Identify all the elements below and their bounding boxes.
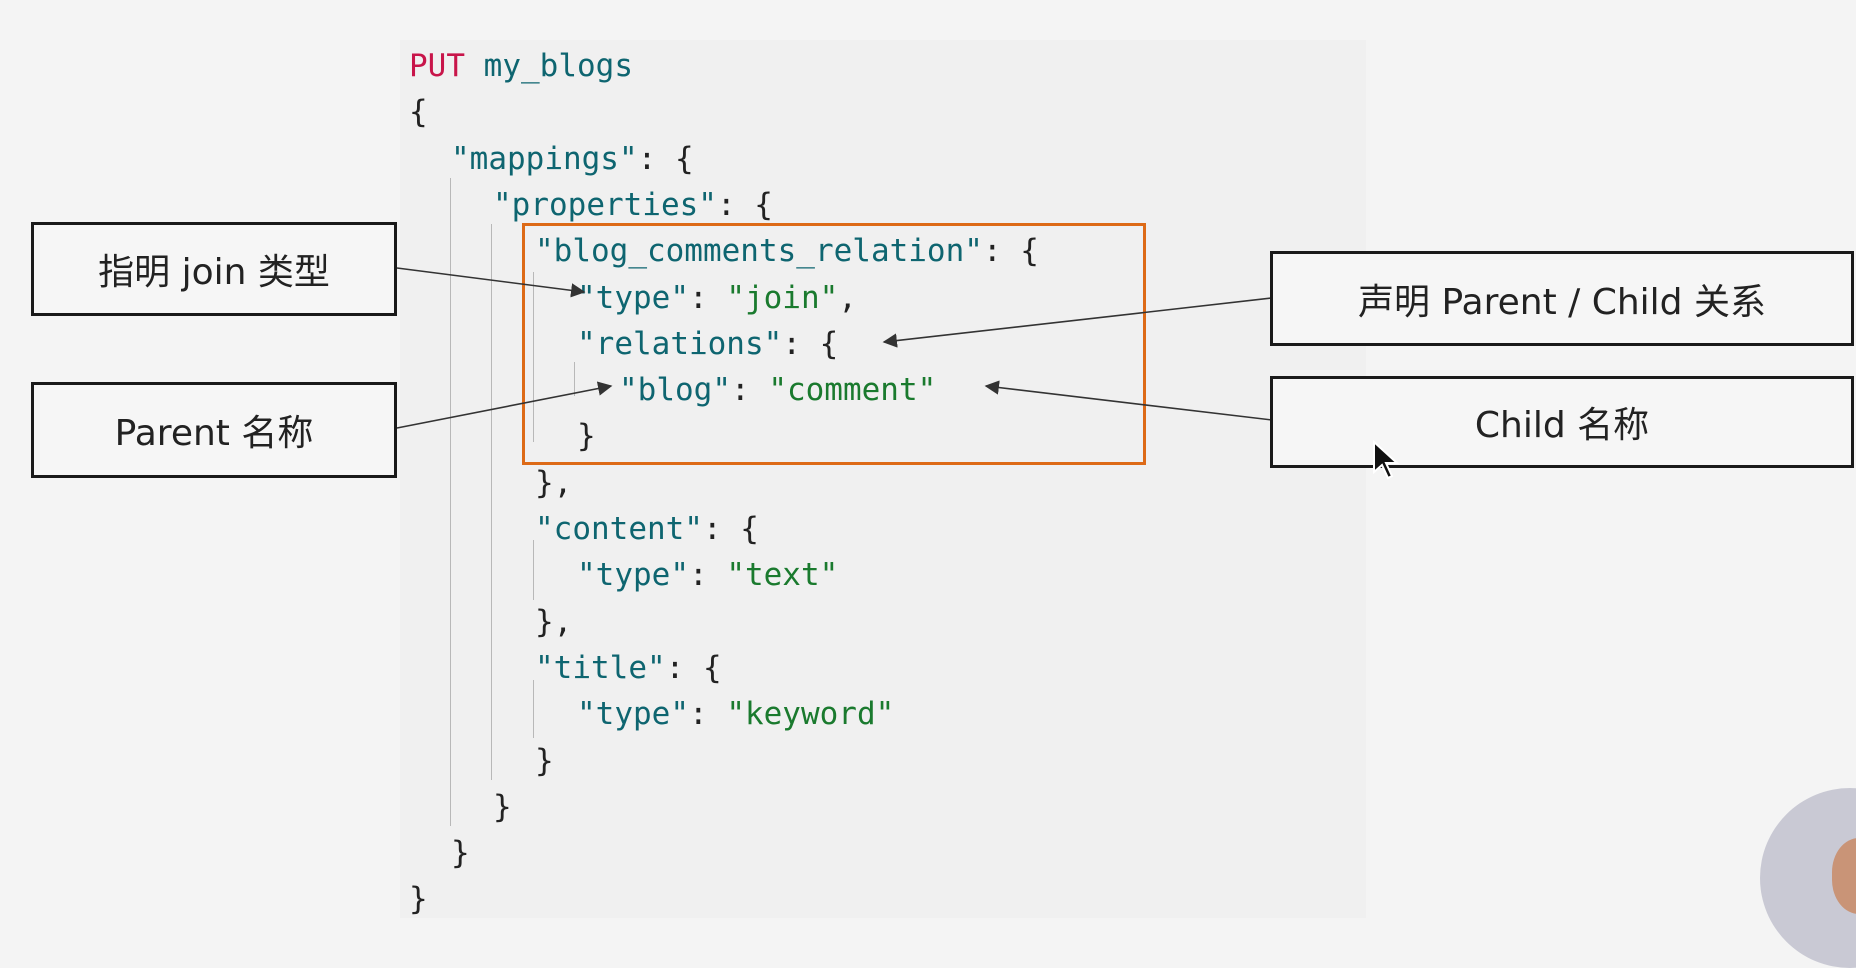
arrow-child-name — [984, 380, 1273, 421]
arrow-parent-name — [396, 381, 613, 429]
arrow-join-type — [396, 267, 586, 298]
mouse-cursor-icon — [1372, 439, 1400, 484]
presenter-face — [1832, 838, 1856, 914]
arrow-declare-relation — [882, 297, 1273, 348]
declare-relation-callout-text: 声明 Parent / Child 关系 — [1358, 281, 1766, 323]
declare-relation-callout: 声明 Parent / Child 关系 — [1270, 251, 1854, 346]
parent-name-callout-text: Parent 名称 — [114, 413, 314, 454]
join-type-callout: 指明 join 类型 — [31, 222, 397, 316]
join-type-callout-text: 指明 join 类型 — [98, 252, 330, 293]
child-name-callout: Child 名称 — [1270, 376, 1854, 468]
child-name-callout-text: Child 名称 — [1474, 405, 1650, 446]
parent-name-callout: Parent 名称 — [31, 382, 397, 478]
